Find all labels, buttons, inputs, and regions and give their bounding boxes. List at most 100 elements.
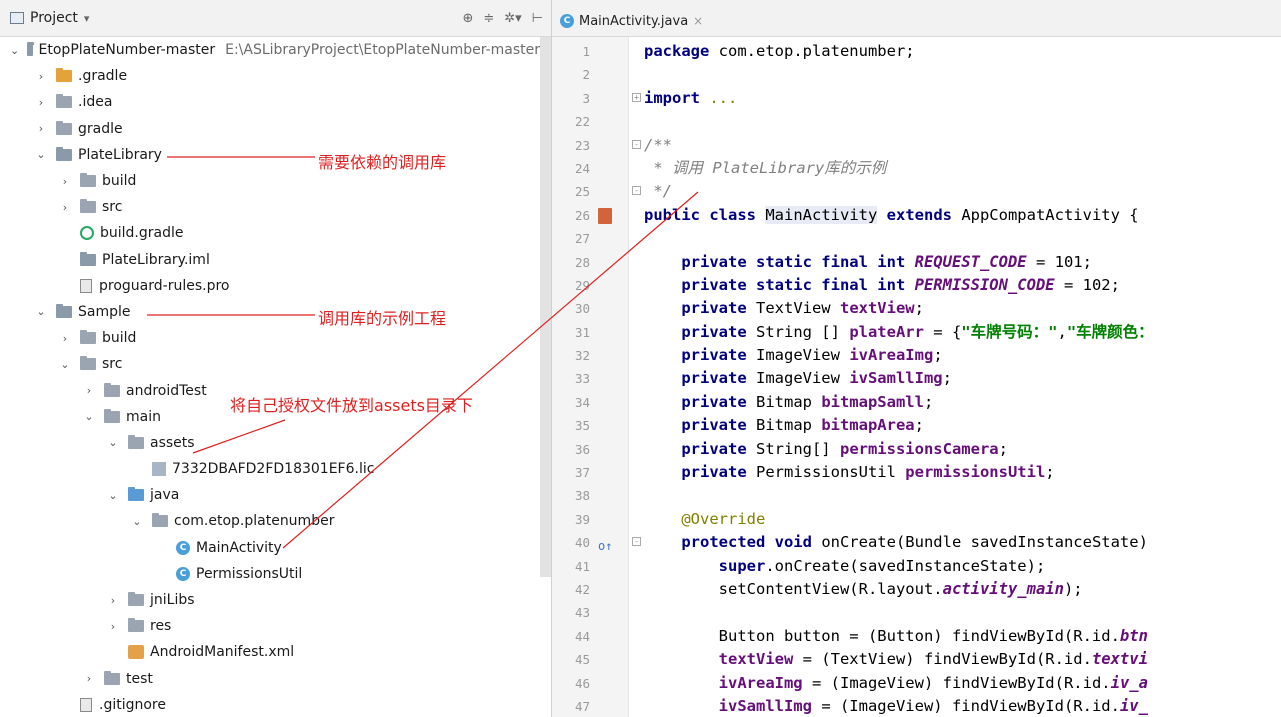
chevron-right-icon[interactable]: › [34,96,48,109]
chevron-down-icon[interactable]: ⌄ [106,436,120,449]
tree-item[interactable]: C PermissionsUtil [0,561,540,587]
code-line[interactable]: 35 private Bitmap bitmapArea; [552,414,1281,437]
code-line[interactable]: 36 private String[] permissionsCamera; [552,438,1281,461]
chevron-right-icon[interactable]: › [58,175,72,188]
tree-item[interactable]: › build [0,325,540,351]
project-view-selector[interactable]: Project ▾ [10,0,89,36]
code-line[interactable]: 43 [552,601,1281,624]
line-number: 23 [574,137,590,153]
code-line[interactable]: 37 private PermissionsUtil permissionsUt… [552,461,1281,484]
chevron-right-icon[interactable]: › [106,620,120,633]
chevron-right-icon[interactable]: › [34,122,48,135]
settings-gear-icon[interactable]: ✲▾ [504,11,521,26]
chevron-right-icon[interactable]: › [58,332,72,345]
fold-toggle-icon[interactable]: + [632,92,641,102]
chevron-right-icon[interactable]: › [34,70,48,83]
chevron-down-icon[interactable]: ⌄ [58,358,72,371]
code-line[interactable]: 3 + import ... [552,87,1281,110]
code-line[interactable]: 22 [552,110,1281,133]
line-number: 33 [574,371,590,387]
tree-item[interactable]: › .idea [0,89,540,115]
code-line[interactable]: 44 Button button = (Button) findViewById… [552,625,1281,648]
hide-panel-icon[interactable]: ⊢ [532,11,543,26]
code-line[interactable]: 1 package com.etop.platenumber; [552,40,1281,63]
code-line[interactable]: 47 ivSamllImg = (ImageView) findViewById… [552,695,1281,717]
folder-icon [104,670,120,685]
close-icon[interactable]: × [693,14,703,28]
chevron-down-icon[interactable]: ⌄ [130,515,144,528]
tree-item[interactable]: C MainActivity [0,535,540,561]
code-lines[interactable]: 1 package com.etop.platenumber; 2 3 + import … [552,40,1281,717]
tree-item[interactable]: ⌄ com.etop.platenumber [0,508,540,534]
tree-item[interactable]: ⌄ Sample [0,299,540,325]
code-line[interactable]: 41 super.onCreate(savedInstanceState); [552,555,1281,578]
tree-item[interactable]: › res [0,613,540,639]
tree-item[interactable]: › test [0,666,540,692]
tree-item[interactable]: proguard-rules.pro [0,273,540,299]
chevron-down-icon[interactable]: ⌄ [82,410,96,423]
code-line[interactable]: 26 public class MainActivity extends AppC… [552,204,1281,227]
xml-file-icon [128,645,144,660]
code-line[interactable]: 31 private String [] plateArr = {"车牌号码："… [552,321,1281,344]
code-line[interactable]: 32 private ImageView ivAreaImg; [552,344,1281,367]
tree-item[interactable]: 7332DBAFD2FD18301EF6.lic [0,456,540,482]
tree-item-label: androidTest [126,382,207,399]
project-toolbar: ⊕ ≑ ✲▾ ⊢ [462,0,543,36]
tree-item[interactable]: ⌄ assets [0,430,540,456]
tree-item[interactable]: › gradle [0,116,540,142]
code-line[interactable]: 2 [552,63,1281,86]
code-line[interactable]: 33 private ImageView ivSamllImg; [552,367,1281,390]
chevron-down-icon[interactable]: ⌄ [34,305,48,318]
chevron-right-icon[interactable]: › [106,594,120,607]
text-file-icon [80,697,92,712]
code-line[interactable]: 39 @Override [552,508,1281,531]
tree-item[interactable]: ⌄ src [0,351,540,377]
tree-item-label: gradle [78,120,123,137]
code-line[interactable]: 23 -/** [552,134,1281,157]
tab-mainactivity[interactable]: C MainActivity.java × [560,6,703,36]
code-line[interactable]: 25 - */ [552,180,1281,203]
fold-toggle-icon[interactable]: - [632,537,641,547]
chevron-right-icon[interactable]: › [82,384,96,397]
tree-item[interactable]: AndroidManifest.xml [0,639,540,665]
tree-item[interactable]: ⌄ EtopPlateNumber-master E:\ASLibraryProje… [0,37,540,63]
chevron-down-icon[interactable]: ⌄ [10,44,19,57]
chevron-down-icon[interactable]: ⌄ [106,489,120,502]
code-text: private PermissionsUtil permissionsUtil; [681,463,1055,482]
code-line[interactable]: 24 * 调用 PlateLibrary库的示例 [552,157,1281,180]
code-line[interactable]: 34 private Bitmap bitmapSamll; [552,391,1281,414]
tree-scrollbar[interactable] [540,37,551,577]
tree-item[interactable]: ⌄ PlateLibrary [0,142,540,168]
tree-item[interactable]: ⌄ java [0,482,540,508]
tree-item-label: assets [150,434,195,451]
tree-item[interactable]: build.gradle [0,220,540,246]
line-number: 26 [574,207,590,223]
code-line[interactable]: 28 private static final int REQUEST_CODE… [552,251,1281,274]
tree-item-label: build [102,173,137,190]
resource-folder-icon [128,618,144,633]
tree-item[interactable]: .gitignore [0,692,540,717]
tree-item[interactable]: › build [0,168,540,194]
tree-item-label: EtopPlateNumber-master [38,42,216,59]
code-line[interactable]: 46 ivAreaImg = (ImageView) findViewById(… [552,672,1281,695]
layout-marker-icon[interactable] [598,207,612,224]
fold-toggle-icon[interactable]: - [632,139,641,149]
code-line[interactable]: 38 [552,484,1281,507]
code-line[interactable]: 40 o↑ - protected void onCreate(Bundle sav… [552,531,1281,554]
code-line[interactable]: 45 textView = (TextView) findViewById(R.… [552,648,1281,671]
code-line[interactable]: 42 setContentView(R.layout.activity_main… [552,578,1281,601]
line-number: 1 [582,44,590,59]
chevron-right-icon[interactable]: › [58,201,72,214]
code-line[interactable]: 30 private TextView textView; [552,297,1281,320]
tree-item[interactable]: › jniLibs [0,587,540,613]
code-line[interactable]: 29 private static final int PERMISSION_C… [552,274,1281,297]
code-line[interactable]: 27 [552,227,1281,250]
tree-item[interactable]: › src [0,194,540,220]
chevron-right-icon[interactable]: › [82,672,96,685]
scroll-from-source-icon[interactable]: ⊕ [462,11,473,26]
tree-item[interactable]: PlateLibrary.iml [0,247,540,273]
chevron-down-icon[interactable]: ⌄ [34,148,48,161]
collapse-all-icon[interactable]: ≑ [483,11,494,26]
fold-toggle-icon[interactable]: - [632,186,641,196]
tree-item[interactable]: › .gradle [0,63,540,89]
